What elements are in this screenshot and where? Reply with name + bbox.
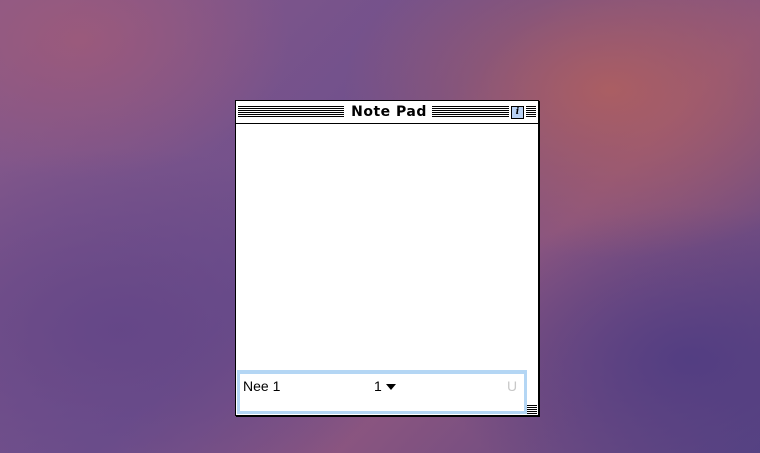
note-text-area[interactable]	[236, 124, 538, 370]
title-bar[interactable]: Note Pad i	[236, 101, 538, 124]
info-icon[interactable]: i	[511, 106, 524, 119]
note-pad-window: Note Pad i Nee 1 1 U	[235, 100, 539, 416]
resize-grip-icon[interactable]	[527, 405, 537, 414]
note-title-field[interactable]: Nee 1	[243, 378, 280, 394]
title-bar-stripes-left	[238, 106, 344, 117]
chevron-down-icon[interactable]	[386, 384, 396, 390]
page-number[interactable]: 1	[374, 378, 382, 394]
note-footer: Nee 1 1 U	[237, 370, 527, 414]
underline-button[interactable]: U	[507, 378, 517, 394]
window-title: Note Pad	[348, 103, 430, 121]
